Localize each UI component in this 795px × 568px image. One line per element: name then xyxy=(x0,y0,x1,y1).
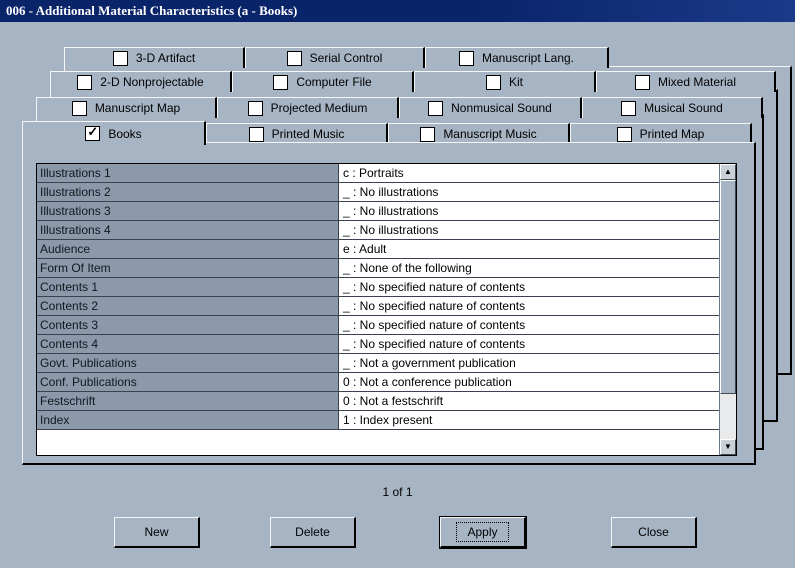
checkmark-icon: ✓ xyxy=(87,124,99,139)
field-value[interactable]: _ : No specified nature of contents xyxy=(339,335,718,353)
field-label: Illustrations 1 xyxy=(37,164,339,182)
tab-3d-artifact[interactable]: 3-D Artifact xyxy=(64,47,245,68)
grid-row[interactable]: Illustrations 3 _ : No illustrations xyxy=(37,202,736,221)
field-label: Contents 4 xyxy=(37,335,339,353)
grid-row[interactable]: Contents 3 _ : No specified nature of con… xyxy=(37,316,736,335)
tab-checkbox[interactable] xyxy=(112,50,128,66)
field-label: Illustrations 3 xyxy=(37,202,339,220)
grid-row[interactable]: Audience e : Adult xyxy=(37,240,736,259)
tab-checkbox[interactable] xyxy=(248,126,264,142)
scroll-thumb[interactable] xyxy=(720,180,736,394)
scroll-up-button[interactable]: ▲ xyxy=(720,164,736,180)
tab-manuscript-music[interactable]: Manuscript Music xyxy=(388,123,570,144)
tab-checkbox[interactable] xyxy=(621,100,637,116)
characteristics-grid: Illustrations 1c : Portraits Illustration… xyxy=(36,163,737,456)
grid-rows: Illustrations 1c : Portraits Illustration… xyxy=(37,164,736,430)
field-value[interactable]: _ : Not a government publication xyxy=(339,354,718,372)
tab-checkbox[interactable]: ✓ xyxy=(85,124,101,141)
tab-checkbox[interactable] xyxy=(616,126,632,142)
tab-serial-control[interactable]: Serial Control xyxy=(245,47,425,68)
tab-kit[interactable]: Kit xyxy=(414,71,596,92)
field-value[interactable]: _ : No specified nature of contents xyxy=(339,316,718,334)
tab-page-books: Illustrations 1c : Portraits Illustration… xyxy=(22,142,756,465)
grid-row[interactable]: Contents 2 _ : No specified nature of con… xyxy=(37,297,736,316)
field-value[interactable]: c : Portraits xyxy=(339,164,718,182)
field-label: Conf. Publications xyxy=(37,373,339,391)
window-title: 006 - Additional Material Characteristic… xyxy=(0,0,795,22)
grid-row[interactable]: Index 1 : Index present xyxy=(37,411,736,430)
tab-manuscript-map[interactable]: Manuscript Map xyxy=(36,97,217,118)
vertical-scrollbar[interactable]: ▲ ▼ xyxy=(719,164,736,455)
field-value[interactable]: _ : No illustrations xyxy=(339,183,718,201)
field-value[interactable]: _ : No illustrations xyxy=(339,221,718,239)
field-value[interactable]: 0 : Not a festschrift xyxy=(339,392,718,410)
field-label: Illustrations 4 xyxy=(37,221,339,239)
grid-row[interactable]: Festschrift 0 : Not a festschrift xyxy=(37,392,736,411)
field-value[interactable]: 0 : Not a conference publication xyxy=(339,373,718,391)
field-label: Audience xyxy=(37,240,339,258)
tab-projected-medium[interactable]: Projected Medium xyxy=(217,97,399,118)
tab-checkbox[interactable] xyxy=(420,126,436,142)
scroll-down-button[interactable]: ▼ xyxy=(720,439,736,455)
field-value[interactable]: _ : None of the following xyxy=(339,259,718,277)
tab-checkbox[interactable] xyxy=(77,74,93,90)
grid-row[interactable]: Illustrations 4 _ : No illustrations xyxy=(37,221,736,240)
grid-row[interactable]: Conf. Publications 0 : Not a conference p… xyxy=(37,373,736,392)
tab-checkbox[interactable] xyxy=(634,74,650,90)
tab-2d-nonprojectable[interactable]: 2-D Nonprojectable xyxy=(50,71,232,92)
delete-button[interactable]: Delete xyxy=(270,517,356,548)
field-label: Illustrations 2 xyxy=(37,183,339,201)
grid-row[interactable]: Contents 4 _ : No specified nature of con… xyxy=(37,335,736,354)
field-label: Festschrift xyxy=(37,392,339,410)
field-label: Contents 3 xyxy=(37,316,339,334)
tab-printed-map[interactable]: Printed Map xyxy=(570,123,752,144)
tab-checkbox[interactable] xyxy=(458,50,474,66)
new-button[interactable]: New xyxy=(114,517,200,548)
field-value[interactable]: _ : No specified nature of contents xyxy=(339,297,718,315)
tab-checkbox[interactable] xyxy=(71,100,87,116)
grid-row[interactable]: Illustrations 1c : Portraits xyxy=(37,164,736,183)
tab-checkbox[interactable] xyxy=(247,100,263,116)
tab-manuscript-lang[interactable]: Manuscript Lang. xyxy=(425,47,609,68)
grid-row[interactable]: Contents 1 _ : No specified nature of con… xyxy=(37,278,736,297)
tab-checkbox[interactable] xyxy=(485,74,501,90)
tab-checkbox[interactable] xyxy=(273,74,289,90)
tab-books[interactable]: ✓ Books xyxy=(22,121,206,145)
field-value[interactable]: 1 : Index present xyxy=(339,411,718,429)
apply-button[interactable]: Apply xyxy=(439,516,527,549)
field-label: Govt. Publications xyxy=(37,354,339,372)
field-value[interactable]: e : Adult xyxy=(339,240,718,258)
close-button[interactable]: Close xyxy=(611,517,697,548)
tab-musical-sound[interactable]: Musical Sound xyxy=(582,97,763,118)
field-label: Index xyxy=(37,411,339,429)
field-label: Contents 1 xyxy=(37,278,339,296)
grid-row[interactable]: Govt. Publications _ : Not a government p… xyxy=(37,354,736,373)
field-label: Form Of Item xyxy=(37,259,339,277)
grid-row[interactable]: Illustrations 2 _ : No illustrations xyxy=(37,183,736,202)
page-indicator: 1 of 1 xyxy=(382,485,413,499)
tab-nonmusical-sound[interactable]: Nonmusical Sound xyxy=(399,97,582,118)
field-value[interactable]: _ : No illustrations xyxy=(339,202,718,220)
tab-mixed-material[interactable]: Mixed Material xyxy=(596,71,776,92)
field-value[interactable]: _ : No specified nature of contents xyxy=(339,278,718,296)
field-label: Contents 2 xyxy=(37,297,339,315)
tab-computer-file[interactable]: Computer File xyxy=(232,71,414,92)
tab-checkbox[interactable] xyxy=(428,100,444,116)
tab-checkbox[interactable] xyxy=(286,50,302,66)
tab-printed-music[interactable]: Printed Music xyxy=(206,123,388,144)
grid-row[interactable]: Form Of Item _ : None of the following xyxy=(37,259,736,278)
